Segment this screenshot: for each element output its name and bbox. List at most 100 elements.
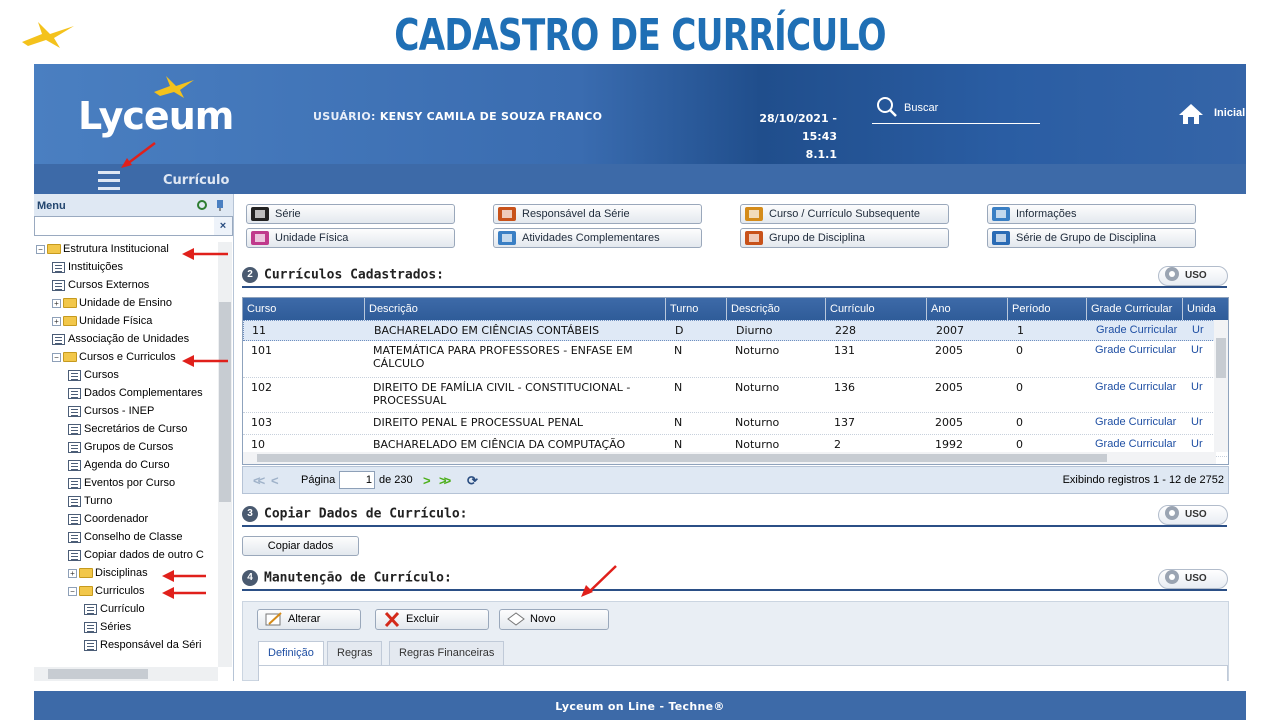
table-cell: BACHARELADO EM CIÊNCIA DA COMPUTAÇÃO: [373, 438, 626, 451]
toolbar-button-label: Unidade Física: [275, 232, 349, 244]
tree-folder[interactable]: + Unidade Física: [52, 312, 152, 330]
column-header[interactable]: Descrição: [727, 298, 826, 320]
collapse-icon[interactable]: −: [36, 244, 45, 254]
table-row[interactable]: 103 DIREITO PENAL E PROCESSUAL PENAL N Notu…: [243, 413, 1228, 435]
toolbar-button[interactable]: Atividades Complementares: [493, 228, 702, 248]
numbered-icon: [992, 231, 1010, 245]
table-horizontal-scrollbar[interactable]: [243, 452, 1216, 464]
tab-definition[interactable]: Definição: [258, 641, 324, 666]
uso-toggle[interactable]: USO: [1158, 569, 1228, 589]
tree-item[interactable]: Responsável da Séri: [84, 636, 202, 654]
tree-item[interactable]: Agenda do Curso: [68, 456, 170, 474]
tree-label: Associação de Unidades: [68, 333, 190, 345]
column-header[interactable]: Curso: [243, 298, 365, 320]
book-group-icon: [745, 231, 763, 245]
table-cell: DIREITO DE FAMÍLIA CIVIL - CONSTITUCIONA…: [373, 381, 631, 407]
tree-item[interactable]: Eventos por Curso: [68, 474, 175, 492]
tree-folder[interactable]: − Estrutura Institucional: [36, 242, 169, 258]
collapse-icon[interactable]: −: [68, 586, 77, 596]
table-link[interactable]: Grade Curricular: [1095, 438, 1179, 451]
table-row[interactable]: 102 DIREITO DE FAMÍLIA CIVIL - CONSTITUCI…: [243, 378, 1228, 413]
tree-folder[interactable]: − Cursos e Curriculos: [52, 348, 176, 366]
tree-item[interactable]: Associação de Unidades: [52, 330, 189, 348]
table-cell: 0: [1016, 381, 1023, 394]
tree-folder[interactable]: + Disciplinas: [68, 564, 148, 582]
toolbar-button[interactable]: Série: [246, 204, 455, 224]
menu-filter-input[interactable]: ×: [34, 216, 233, 236]
tree-item[interactable]: Secretários de Curso: [68, 420, 187, 438]
toolbar-button[interactable]: Grupo de Disciplina: [740, 228, 949, 248]
page-input[interactable]: [339, 471, 375, 489]
tree-item[interactable]: Cursos - INEP: [68, 402, 154, 420]
tree-item[interactable]: Grupos de Cursos: [68, 438, 173, 456]
table-link[interactable]: Grade Curricular: [1095, 344, 1179, 357]
uso-toggle[interactable]: USO: [1158, 266, 1228, 286]
toolbar-button[interactable]: Unidade Física: [246, 228, 455, 248]
column-header[interactable]: Período: [1008, 298, 1087, 320]
table-row[interactable]: 11 BACHARELADO EM CIÊNCIAS CONTÁBEIS D Diur…: [243, 320, 1228, 341]
prev-page-icon[interactable]: <: [271, 473, 278, 488]
brand-logo[interactable]: Lyceum: [78, 94, 234, 138]
refresh-page-icon[interactable]: ⟳: [467, 473, 478, 489]
column-header[interactable]: Unida: [1183, 298, 1228, 320]
tree-item[interactable]: Copiar dados de outro C: [68, 546, 204, 564]
delete-button[interactable]: Excluir: [375, 609, 489, 630]
tree-item[interactable]: Dados Complementares: [68, 384, 203, 402]
table-link[interactable]: Grade Curricular: [1096, 324, 1180, 337]
column-header[interactable]: Grade Curricular: [1087, 298, 1183, 320]
tree-item[interactable]: Currículo: [84, 600, 145, 618]
tree-item[interactable]: Conselho de Classe: [68, 528, 182, 546]
column-header[interactable]: Descrição: [365, 298, 666, 320]
tree-item[interactable]: Turno: [68, 492, 112, 510]
column-header[interactable]: Ano: [927, 298, 1008, 320]
tree-folder[interactable]: − Curriculos: [68, 582, 145, 600]
hamburger-menu-icon[interactable]: [98, 171, 120, 190]
pin-icon[interactable]: [214, 199, 226, 211]
tree-item[interactable]: Cursos Externos: [52, 276, 149, 294]
column-header[interactable]: Currículo: [826, 298, 927, 320]
expand-icon[interactable]: +: [52, 298, 61, 308]
toolbar-button[interactable]: Responsável da Série: [493, 204, 702, 224]
table-cell: 2007: [936, 324, 964, 337]
table-link[interactable]: Grade Curricular: [1095, 381, 1179, 394]
first-page-icon[interactable]: <<: [253, 473, 265, 488]
uso-toggle[interactable]: USO: [1158, 505, 1228, 525]
tab-rules[interactable]: Regras: [327, 641, 383, 665]
alter-button[interactable]: Alterar: [257, 609, 361, 630]
copy-data-button[interactable]: Copiar dados: [242, 536, 359, 556]
next-page-icon[interactable]: >: [423, 473, 430, 488]
toolbar-button[interactable]: Informações: [987, 204, 1196, 224]
tree-item[interactable]: Instituições: [52, 258, 123, 276]
building-icon: [251, 231, 269, 245]
clear-filter-button[interactable]: ×: [214, 217, 232, 235]
document-icon: [84, 603, 97, 615]
main-content: Série Responsável da Série Curso / Currícu…: [234, 194, 1246, 681]
table-row[interactable]: 101 MATEMÁTICA PARA PROFESSORES - ENFASE …: [243, 341, 1228, 378]
tree-folder[interactable]: + Unidade de Ensino: [52, 294, 172, 312]
home-link[interactable]: Inicial: [1214, 107, 1245, 119]
sidebar-vertical-scrollbar[interactable]: [218, 242, 232, 667]
toolbar-button[interactable]: Série de Grupo de Disciplina: [987, 228, 1196, 248]
home-icon[interactable]: [1178, 102, 1204, 126]
table-vertical-scrollbar[interactable]: [1214, 320, 1228, 452]
new-button[interactable]: Novo: [499, 609, 609, 630]
tree-item[interactable]: Séries: [84, 618, 131, 636]
document-icon: [84, 639, 97, 651]
expand-icon[interactable]: +: [52, 316, 61, 326]
table-link[interactable]: Grade Curricular: [1095, 416, 1179, 429]
table-cell: N: [674, 438, 683, 451]
column-header[interactable]: Turno: [666, 298, 727, 320]
last-page-icon[interactable]: >>: [439, 473, 451, 488]
pagination-bar: << < Página de 230 > >> ⟳ Exibindo regis…: [242, 466, 1229, 494]
tree-item[interactable]: Cursos: [68, 366, 119, 384]
search-box[interactable]: Buscar: [872, 94, 1040, 124]
tree-item[interactable]: Coordenador: [68, 510, 148, 528]
collapse-icon[interactable]: −: [52, 352, 61, 362]
expand-icon[interactable]: +: [68, 568, 77, 578]
refresh-icon[interactable]: [196, 199, 208, 211]
series-icon: [251, 207, 269, 221]
tab-financial-rules[interactable]: Regras Financeiras: [389, 641, 505, 665]
new-document-icon: [507, 612, 525, 626]
sidebar-horizontal-scrollbar[interactable]: [34, 667, 218, 681]
toolbar-button[interactable]: Curso / Currículo Subsequente: [740, 204, 949, 224]
